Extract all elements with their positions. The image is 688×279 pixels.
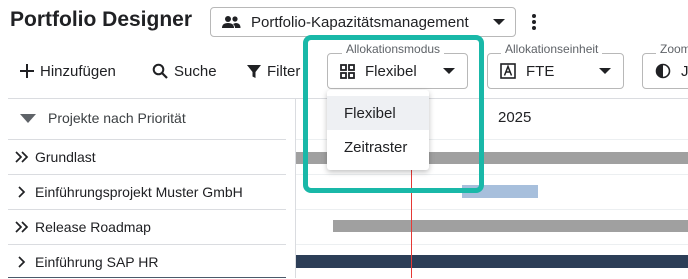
tree-row-label: Einführungsprojekt Muster GmbH xyxy=(35,184,243,200)
tree-row[interactable]: Release Roadmap xyxy=(8,210,286,244)
allocation-unit-value: FTE xyxy=(526,62,555,80)
filter-button-label: Filter xyxy=(267,62,301,80)
plus-icon xyxy=(20,64,34,78)
tree-row-label: Release Roadmap xyxy=(35,219,151,235)
menu-item-zeitraster[interactable]: Zeitraster xyxy=(327,130,429,164)
text-format-icon xyxy=(500,63,516,79)
search-button-label: Suche xyxy=(174,62,217,80)
gantt-bar-release-roadmap[interactable] xyxy=(333,220,688,232)
allocation-unit-label: Allokationseinheit xyxy=(501,42,603,56)
contrast-icon xyxy=(655,63,671,79)
portfolio-select-value: Portfolio-Kapazitätsmanagement xyxy=(251,13,469,31)
gantt-bar-sap-hr[interactable] xyxy=(296,255,688,268)
grid-divider xyxy=(296,244,688,245)
menu-item-flexibel[interactable]: Flexibel xyxy=(327,96,429,130)
tree-row[interactable]: Einführungsprojekt Muster GmbH xyxy=(8,175,286,209)
zoom-label: Zoom xyxy=(656,42,688,56)
double-chevron-right-icon[interactable] xyxy=(15,151,29,163)
chevron-right-icon[interactable] xyxy=(15,186,29,198)
add-button[interactable]: Hinzufügen xyxy=(20,58,116,84)
column-divider[interactable] xyxy=(295,98,296,278)
grid-divider xyxy=(296,209,688,210)
filter-button[interactable]: Filter xyxy=(247,58,303,84)
filter-icon xyxy=(247,64,261,78)
tree-header[interactable]: Projekte nach Priorität xyxy=(20,110,186,126)
tree-row-label: Einführung SAP HR xyxy=(35,254,159,270)
chevron-right-icon[interactable] xyxy=(15,256,29,268)
group-icon xyxy=(222,16,241,28)
chevron-down-icon xyxy=(599,68,611,74)
more-options-icon[interactable] xyxy=(526,12,542,32)
zoom-select[interactable]: J xyxy=(642,53,688,89)
zoom-value: J xyxy=(681,62,688,80)
timeline-year: 2025 xyxy=(498,109,532,126)
allocation-mode-menu: Flexibel Zeitraster xyxy=(327,90,429,170)
tree-header-label: Projekte nach Priorität xyxy=(48,110,186,126)
tree-row[interactable]: Grundlast xyxy=(8,140,286,174)
tree-row-label: Grundlast xyxy=(35,149,96,165)
collapse-icon[interactable] xyxy=(20,113,36,123)
portfolio-select[interactable]: Portfolio-Kapazitätsmanagement xyxy=(210,7,516,37)
search-button[interactable]: Suche xyxy=(152,58,217,84)
tree-row[interactable]: Einführung SAP HR xyxy=(8,245,286,279)
allocation-unit-select[interactable]: FTE xyxy=(487,53,624,89)
chevron-down-icon xyxy=(493,19,505,25)
app-title: Portfolio Designer xyxy=(10,8,193,31)
search-icon xyxy=(152,63,168,79)
double-chevron-right-icon[interactable] xyxy=(15,221,29,233)
add-button-label: Hinzufügen xyxy=(40,62,116,80)
